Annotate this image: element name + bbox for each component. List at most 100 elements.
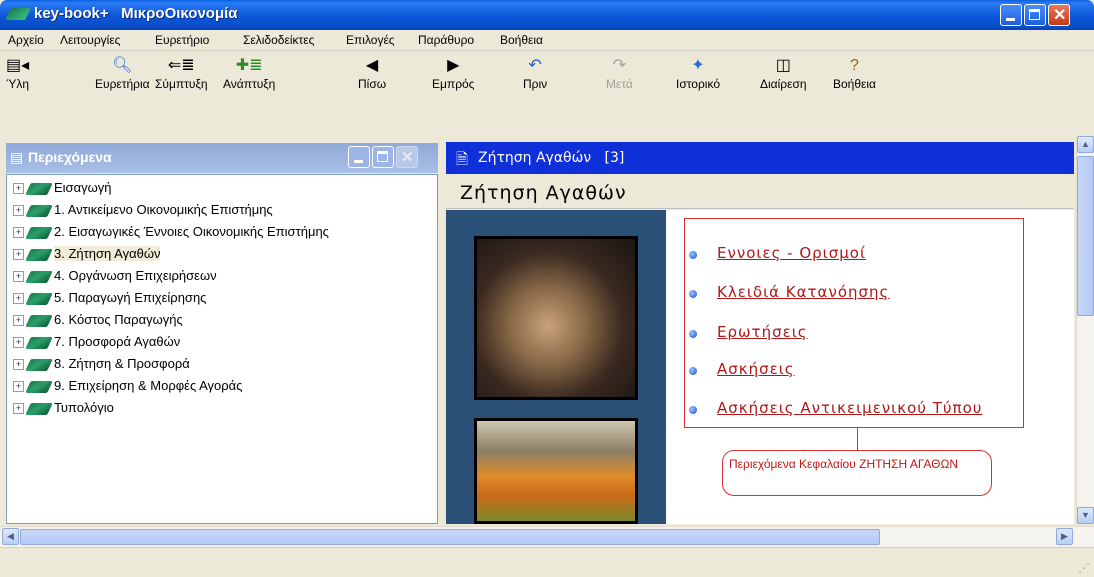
menu-index[interactable]: Ευρετήριο	[155, 33, 209, 47]
document-icon: 🗎︎	[456, 151, 469, 168]
search-icon: 🔍︎	[112, 57, 133, 74]
callout-connector	[857, 428, 858, 452]
panel-maximize-button[interactable]	[372, 146, 394, 168]
window-titlebar[interactable]: key-book+ ΜικροΟικονομία ✕	[0, 0, 1094, 30]
back-arrow-icon: ◀	[365, 57, 379, 74]
tree-item[interactable]: +4. Οργάνωση Επιχειρήσεων	[13, 268, 217, 289]
link-questions[interactable]: Ερωτήσεις	[717, 323, 808, 341]
link-objective-exercises[interactable]: Ασκήσεις Αντικειμενικού Τύπου	[717, 399, 982, 417]
expand-toggle-icon[interactable]: +	[13, 271, 24, 283]
link-row: Κλειδιά Κατανόησης	[689, 283, 889, 303]
link-key-understanding[interactable]: Κλειδιά Κατανόησης	[717, 283, 889, 301]
toolbar-expand-button[interactable]: ✚≣ Ανάπτυξη	[223, 55, 275, 91]
link-row: Εννοιες - Ορισμοί	[689, 244, 866, 264]
app-icon	[5, 8, 31, 20]
toolbar-prev-button[interactable]: ↶ Πριν	[523, 55, 547, 91]
expand-toggle-icon[interactable]: +	[13, 293, 24, 305]
tree-item[interactable]: +5. Παραγωγή Επιχείρησης	[13, 290, 206, 311]
tree-item[interactable]: +7. Προσφορά Αγαθών	[13, 334, 180, 355]
link-row: Ασκήσεις Αντικειμενικού Τύπου	[689, 399, 982, 419]
vertical-scroll-thumb[interactable]	[1077, 156, 1094, 316]
menu-bookmarks[interactable]: Σελιδοδείκτες	[243, 33, 314, 47]
link-concepts[interactable]: Εννοιες - Ορισμοί	[717, 244, 866, 262]
expand-toggle-icon[interactable]: +	[13, 227, 24, 239]
toolbar-toc-button[interactable]: ▤◂ Ύλη	[6, 55, 29, 91]
toolbar-next-button[interactable]: ↷ Μετά	[606, 55, 633, 91]
scroll-down-button[interactable]: ▼	[1077, 507, 1094, 524]
bullet-icon	[689, 405, 697, 414]
tree-item[interactable]: +2. Εισαγωγικές Έννοιες Οικονομικής Επισ…	[13, 224, 329, 245]
contents-panel-title: Περιεχόμενα	[28, 149, 112, 165]
book-icon	[25, 204, 53, 217]
topic-header-title: Ζήτηση Αγαθών [3]	[478, 150, 625, 166]
book-icon	[25, 292, 53, 305]
chapter-links-box: Εννοιες - Ορισμοί Κλειδιά Κατανόησης Ερω…	[684, 218, 1024, 428]
forward-arrow-icon: ▶	[447, 57, 460, 74]
tree-item[interactable]: + Εισαγωγή	[13, 180, 111, 201]
link-exercises[interactable]: Ασκήσεις	[717, 360, 795, 378]
maximize-icon	[377, 151, 388, 162]
menu-help[interactable]: Βοήθεια	[500, 33, 543, 47]
tree-item-selected[interactable]: +3. Ζήτηση Αγαθών	[13, 246, 161, 267]
maximize-icon	[1029, 9, 1040, 20]
book-icon	[25, 248, 53, 261]
link-row: Ερωτήσεις	[689, 323, 808, 343]
tree-item[interactable]: +8. Ζήτηση & Προσφορά	[13, 356, 190, 377]
menu-options[interactable]: Επιλογές	[346, 33, 395, 47]
vertical-scrollbar[interactable]: ▲ ▼	[1076, 136, 1094, 524]
book-icon	[25, 226, 53, 239]
tree-item[interactable]: +9. Επιχείρηση & Μορφές Αγοράς	[13, 378, 242, 399]
resize-grip-icon[interactable]: ⋰	[1078, 561, 1090, 575]
panel-close-button[interactable]: ✕	[396, 146, 418, 168]
contents-tree: + Εισαγωγή +1. Αντικείμενο Οικονομικής Επ…	[6, 174, 438, 524]
bullet-icon	[689, 366, 697, 375]
scroll-right-button[interactable]: ▶	[1056, 528, 1073, 545]
redo-icon: ↷	[612, 57, 627, 74]
expand-toggle-icon[interactable]: +	[13, 205, 24, 217]
minimize-button[interactable]	[1000, 4, 1022, 26]
toolbar-indexes-button[interactable]: 🔍︎ Ευρετήρια	[95, 55, 150, 91]
expand-toggle-icon[interactable]: +	[13, 183, 24, 195]
toolbar-forward-button[interactable]: ▶ Εμπρός	[432, 55, 474, 91]
toolbar-history-button[interactable]: ✦ Ιστορικό	[676, 55, 720, 91]
horizontal-scroll-thumb[interactable]	[20, 529, 880, 545]
expand-toggle-icon[interactable]: +	[13, 337, 24, 349]
book-icon	[25, 358, 53, 371]
tree-item[interactable]: + Τυπολόγιο	[13, 400, 114, 421]
bullet-icon	[689, 250, 697, 259]
toolbar-back-button[interactable]: ◀ Πίσω	[358, 55, 386, 91]
toolbar-split-button[interactable]: ◫ Διαίρεση	[760, 55, 807, 91]
expand-toggle-icon[interactable]: +	[13, 381, 24, 393]
image-column	[446, 210, 666, 524]
page-title: Ζήτηση Αγαθών	[460, 182, 627, 204]
horizontal-scrollbar[interactable]: ◀ ▶	[0, 526, 1094, 547]
close-button[interactable]: ✕	[1048, 4, 1070, 26]
toolbar-help-button[interactable]: ? Βοήθεια	[833, 55, 876, 91]
topic-content: Εννοιες - Ορισμοί Κλειδιά Κατανόησης Ερω…	[446, 210, 1074, 524]
tree-item[interactable]: +6. Κόστος Παραγωγής	[13, 312, 183, 333]
window-title: key-book+ ΜικροΟικονομία	[34, 5, 238, 22]
minimize-icon	[354, 160, 363, 163]
market-photo	[474, 418, 638, 524]
menu-file[interactable]: Αρχείο	[8, 33, 44, 47]
expand-toggle-icon[interactable]: +	[13, 315, 24, 327]
menu-functions[interactable]: Λειτουργίες	[60, 33, 120, 47]
panel-minimize-button[interactable]	[348, 146, 370, 168]
chapter-contents-callout: Περιεχόμενα Κεφαλαίου ΖΗΤΗΣΗ ΑΓΑΘΩΝ	[722, 450, 992, 496]
book-icon	[25, 314, 53, 327]
expand-icon: ✚≣	[235, 57, 263, 74]
book-icon	[25, 380, 53, 393]
scroll-left-button[interactable]: ◀	[2, 528, 19, 545]
page-title-bar: Ζήτηση Αγαθών	[446, 176, 1074, 209]
expand-toggle-icon[interactable]: +	[13, 359, 24, 371]
scroll-up-button[interactable]: ▲	[1077, 136, 1094, 153]
book-icon	[25, 336, 53, 349]
collapse-icon: ⇐≣	[167, 57, 195, 74]
maximize-button[interactable]	[1024, 4, 1046, 26]
split-icon: ◫	[775, 57, 791, 74]
expand-toggle-icon[interactable]: +	[13, 403, 24, 415]
toolbar-collapse-button[interactable]: ⇐≣ Σύμπτυξη	[155, 55, 208, 91]
tree-item[interactable]: +1. Αντικείμενο Οικονομικής Επιστήμης	[13, 202, 273, 223]
expand-toggle-icon[interactable]: +	[13, 249, 24, 261]
menu-window[interactable]: Παράθυρο	[418, 33, 474, 47]
